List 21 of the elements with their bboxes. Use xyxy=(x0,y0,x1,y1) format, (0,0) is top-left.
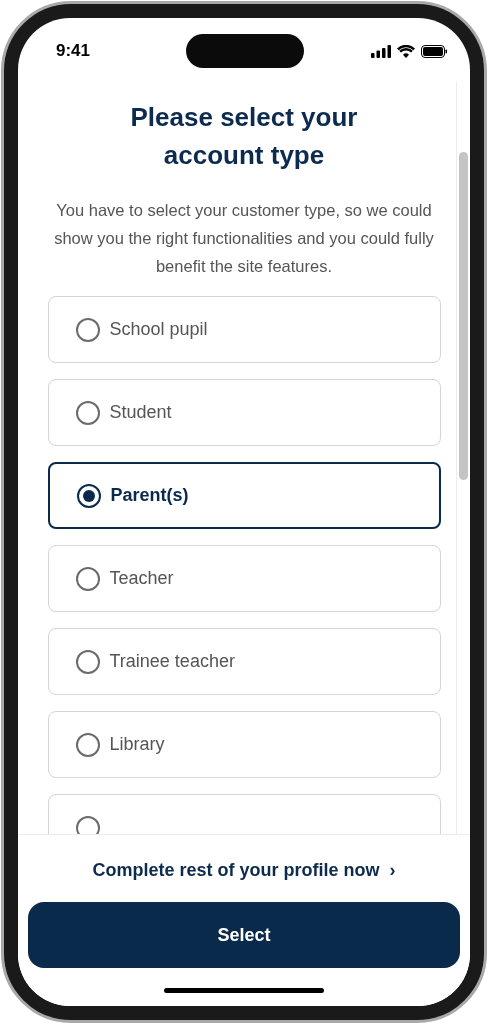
radio-button[interactable] xyxy=(75,566,100,591)
select-button[interactable]: Select xyxy=(28,902,460,968)
wifi-icon xyxy=(397,44,415,58)
account-type-option[interactable]: Teacher xyxy=(47,545,441,612)
account-type-option[interactable]: Trainee teacher xyxy=(47,628,441,695)
account-type-option[interactable]: Student xyxy=(47,379,441,446)
signal-icon xyxy=(371,44,391,58)
scrollbar[interactable] xyxy=(456,82,470,834)
radio-button[interactable] xyxy=(75,317,100,342)
page-title: Please select your account type xyxy=(129,101,359,172)
radio-button[interactable] xyxy=(76,483,101,508)
account-type-option[interactable]: Library xyxy=(47,711,441,778)
battery-icon xyxy=(421,44,448,58)
account-type-option[interactable]: Parent(s) xyxy=(47,462,441,529)
radio-button[interactable] xyxy=(75,400,100,425)
description-text: You have to select your customer type, so we could show you the right functionalities and you could fully benefit the site features. xyxy=(53,200,435,277)
radio-button[interactable] xyxy=(75,732,100,757)
radio-button[interactable] xyxy=(75,649,100,674)
account-type-option[interactable]: School pupil xyxy=(47,296,441,363)
status-time: 9:41 xyxy=(56,40,91,63)
complete-profile-link[interactable]: Complete rest of your profile now › xyxy=(92,857,396,884)
